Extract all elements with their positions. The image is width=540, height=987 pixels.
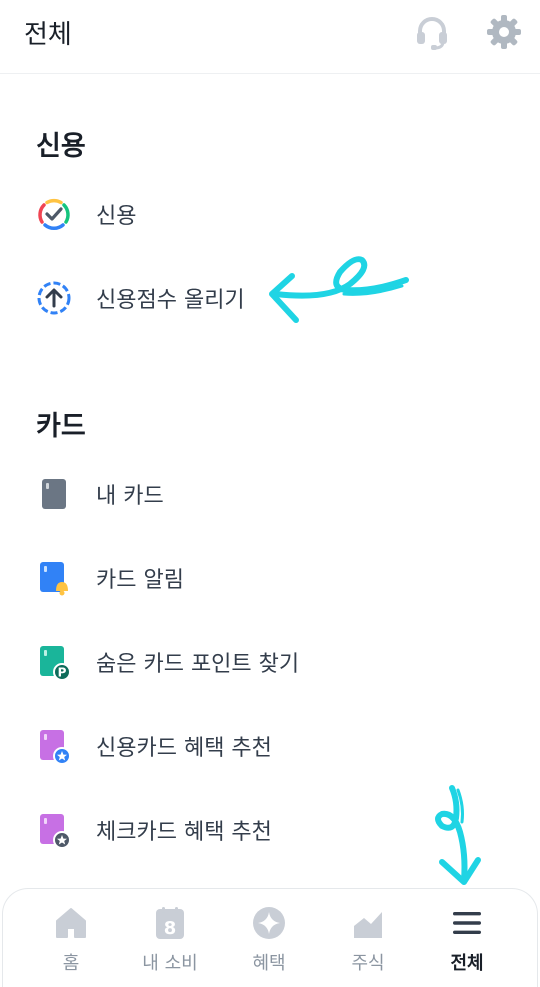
tab-label-home: 홈 xyxy=(62,953,80,974)
tab-stock[interactable]: 주식 xyxy=(318,889,418,987)
top-header: 전체 xyxy=(0,0,540,74)
section-title-credit: 신용 xyxy=(36,131,86,162)
tab-home[interactable]: 홈 xyxy=(21,889,121,987)
menu-item-credit-card-recommend[interactable]: 신용카드 혜택 추천 xyxy=(0,714,540,778)
menu-label-card-alert: 카드 알림 xyxy=(96,568,184,593)
settings-button[interactable] xyxy=(484,12,524,52)
headset-icon xyxy=(417,17,447,50)
card-point-icon: P xyxy=(36,644,72,680)
tab-label-benefit: 혜택 xyxy=(252,953,286,974)
menu-item-hidden-card-points[interactable]: P 숨은 카드 포인트 찾기 xyxy=(0,630,540,694)
tab-all[interactable]: 전체 xyxy=(417,889,517,987)
page-title: 전체 xyxy=(24,20,72,50)
menu-label-hidden-card-points: 숨은 카드 포인트 찾기 xyxy=(96,652,300,677)
menu-label-credit: 신용 xyxy=(96,204,137,229)
menu-label-raise-credit-score: 신용점수 올리기 xyxy=(96,288,245,313)
gear-icon xyxy=(487,15,521,49)
menu-label-check-card-recommend: 체크카드 혜택 추천 xyxy=(96,820,272,845)
card-star-dark-icon xyxy=(36,812,72,848)
bottom-tab-bar: 홈 8 내 소비 혜택 주식 전체 xyxy=(2,888,538,987)
benefit-star-icon xyxy=(251,905,287,941)
section-title-card: 카드 xyxy=(36,411,86,442)
svg-text:P: P xyxy=(58,666,67,680)
menu-item-card-alert[interactable]: 카드 알림 xyxy=(0,546,540,610)
menu-item-credit[interactable]: 신용 xyxy=(0,182,540,246)
chart-icon xyxy=(350,905,386,941)
arrow-up-circle-icon xyxy=(36,280,72,316)
home-icon xyxy=(53,905,89,941)
calendar-icon: 8 xyxy=(152,905,188,941)
menu-item-check-card-recommend[interactable]: 체크카드 혜택 추천 xyxy=(0,798,540,862)
menu-item-my-card[interactable]: 내 카드 xyxy=(0,462,540,526)
menu-label-my-card: 내 카드 xyxy=(96,484,164,509)
menu-item-raise-credit-score[interactable]: 신용점수 올리기 xyxy=(0,266,540,330)
credit-gauge-icon xyxy=(36,196,72,232)
card-star-icon xyxy=(36,728,72,764)
tab-my-spending[interactable]: 8 내 소비 xyxy=(120,889,220,987)
menu-label-credit-card-recommend: 신용카드 혜택 추천 xyxy=(96,736,272,761)
calendar-date-badge: 8 xyxy=(164,918,177,939)
support-button[interactable] xyxy=(412,12,452,52)
tab-label-stock: 주식 xyxy=(351,953,385,974)
tab-benefit[interactable]: 혜택 xyxy=(219,889,319,987)
tab-label-my-spending: 내 소비 xyxy=(142,953,198,974)
tab-label-all: 전체 xyxy=(450,953,484,974)
card-bell-icon xyxy=(36,560,72,596)
menu-icon xyxy=(449,905,485,941)
card-icon xyxy=(36,476,72,512)
